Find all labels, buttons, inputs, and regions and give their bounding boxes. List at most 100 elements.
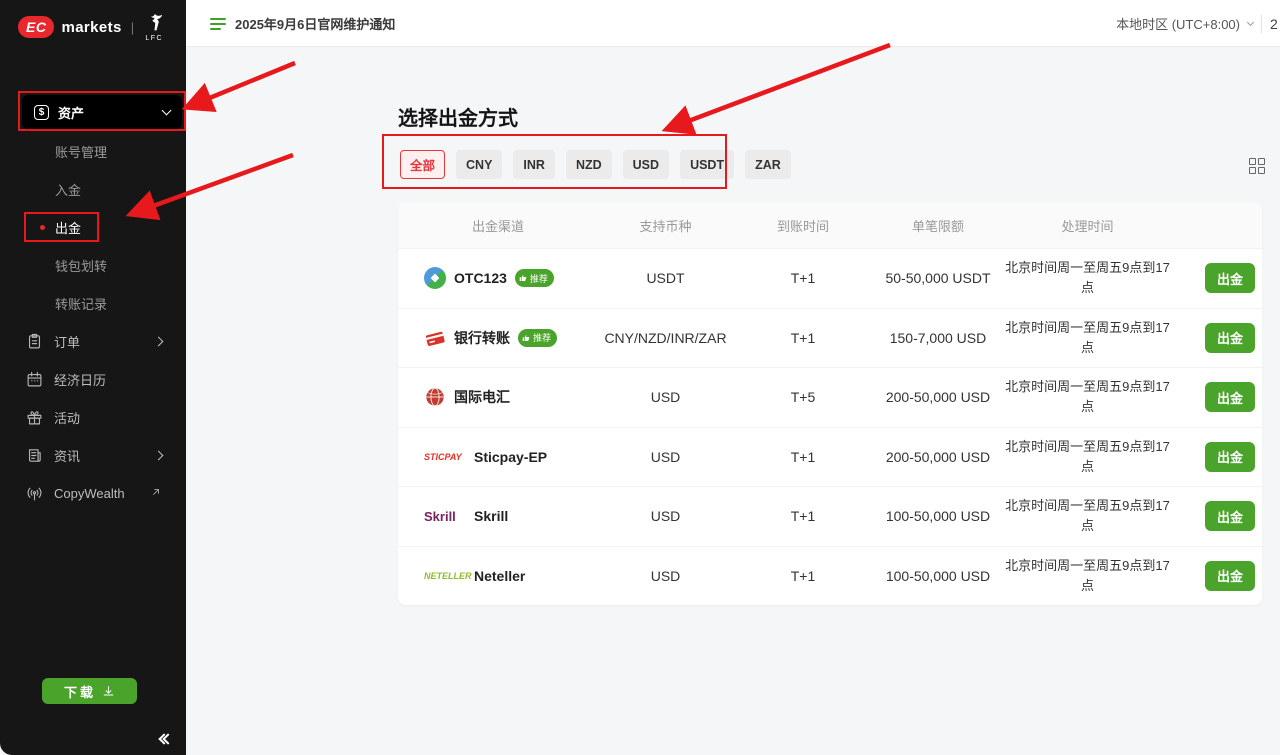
processing-time: 北京时间周一至周五9点到17点 xyxy=(1003,556,1172,596)
chevron-right-icon xyxy=(154,336,164,346)
download-label: 下载 xyxy=(64,682,96,701)
sidebar-item-orders[interactable]: 订单 xyxy=(0,322,186,360)
ec-logo: EC xyxy=(18,16,54,38)
annotation-arrow-assets xyxy=(190,63,295,106)
external-link-icon xyxy=(150,486,162,501)
arrival-time: T+1 xyxy=(733,568,873,584)
sidebar: EC markets | LFC $ 资产 账号管理 入金 出金 钱包划转 转账… xyxy=(0,0,186,755)
sidebar-item-wallet-transfer[interactable]: 钱包划转 xyxy=(0,246,186,284)
sidebar-item-promotions[interactable]: 活动 xyxy=(0,398,186,436)
sidebar-item-assets[interactable]: $ 资产 xyxy=(22,95,182,129)
bank-card-icon xyxy=(424,327,446,349)
lfc-liver-bird-logo: LFC xyxy=(143,12,165,42)
thumbs-up-icon xyxy=(522,334,530,342)
neteller-logo: NETELLER xyxy=(424,571,466,581)
table-header-row: 出金渠道 支持币种 到账时间 单笔限额 处理时间 xyxy=(398,202,1262,248)
grid-view-icon[interactable] xyxy=(1249,158,1265,174)
filter-tab-all[interactable]: 全部 xyxy=(400,150,445,179)
broadcast-icon xyxy=(26,485,43,502)
channel-name: Neteller xyxy=(474,568,525,584)
submenu-label: 入金 xyxy=(55,180,81,199)
col-header-limit: 单笔限额 xyxy=(873,216,1003,235)
calendar-icon xyxy=(26,371,43,388)
clipboard-icon xyxy=(26,333,43,350)
submenu-label: 出金 xyxy=(55,218,81,237)
sidebar-item-withdrawal[interactable]: 出金 xyxy=(0,208,186,246)
withdraw-button[interactable]: 出金 xyxy=(1205,263,1255,293)
supported-currency: USD xyxy=(598,449,733,465)
menu-label: 活动 xyxy=(54,408,80,427)
col-header-channel: 出金渠道 xyxy=(398,216,598,235)
dollar-icon: $ xyxy=(34,105,49,120)
topbar: 2025年9月6日官网维护通知 本地时区 (UTC+8:00) 2 xyxy=(186,0,1280,47)
collapse-sidebar-icon[interactable] xyxy=(160,735,172,743)
timezone-area: 本地时区 (UTC+8:00) 2 xyxy=(1116,0,1280,47)
menu-label: 资讯 xyxy=(54,446,80,465)
sidebar-item-deposit[interactable]: 入金 xyxy=(0,170,186,208)
submenu-label: 账号管理 xyxy=(55,142,107,161)
withdrawal-methods-table: 出金渠道 支持币种 到账时间 单笔限额 处理时间 OTC123 推荐 USDT … xyxy=(398,202,1262,605)
filter-tab-nzd[interactable]: NZD xyxy=(566,150,612,179)
table-row: OTC123 推荐 USDT T+1 50-50,000 USDT 北京时间周一… xyxy=(398,248,1262,308)
menu-label: 订单 xyxy=(54,332,80,351)
assets-label: 资产 xyxy=(58,103,84,122)
submenu-label: 转账记录 xyxy=(55,294,107,313)
processing-time: 北京时间周一至周五9点到17点 xyxy=(1003,496,1172,536)
sidebar-item-transfer-records[interactable]: 转账记录 xyxy=(0,284,186,322)
supported-currency: USDT xyxy=(598,270,733,286)
single-limit: 50-50,000 USDT xyxy=(873,270,1003,286)
filter-tab-usd[interactable]: USD xyxy=(623,150,669,179)
currency-filter-tabs: 全部 CNY INR NZD USD USDT ZAR xyxy=(400,150,791,179)
active-dot xyxy=(40,225,45,230)
sidebar-item-economic-calendar[interactable]: 经济日历 xyxy=(0,360,186,398)
thumbs-up-icon xyxy=(519,274,527,282)
filter-tab-usdt[interactable]: USDT xyxy=(680,150,734,179)
topbar-divider xyxy=(1261,15,1262,33)
filter-tab-cny[interactable]: CNY xyxy=(456,150,502,179)
logo-divider: | xyxy=(131,20,134,35)
channel-name: 国际电汇 xyxy=(454,387,510,407)
withdraw-button[interactable]: 出金 xyxy=(1205,442,1255,472)
news-icon xyxy=(26,447,43,464)
table-row: 国际电汇 USD T+5 200-50,000 USD 北京时间周一至周五9点到… xyxy=(398,367,1262,427)
single-limit: 100-50,000 USD xyxy=(873,568,1003,584)
assets-submenu: 账号管理 入金 出金 钱包划转 转账记录 xyxy=(0,132,186,322)
supported-currency: USD xyxy=(598,568,733,584)
clipped-right-text: 2 xyxy=(1270,16,1278,32)
single-limit: 100-50,000 USD xyxy=(873,508,1003,524)
table-row: 银行转账 推荐 CNY/NZD/INR/ZAR T+1 150-7,000 US… xyxy=(398,308,1262,368)
recommend-badge: 推荐 xyxy=(518,329,557,347)
col-header-processing: 处理时间 xyxy=(1003,216,1172,235)
table-row: NETELLER Neteller USD T+1 100-50,000 USD… xyxy=(398,546,1262,606)
markets-logo-text: markets xyxy=(61,19,121,36)
col-header-currency: 支持币种 xyxy=(598,216,733,235)
supported-currency: CNY/NZD/INR/ZAR xyxy=(598,330,733,346)
sidebar-item-account-management[interactable]: 账号管理 xyxy=(0,132,186,170)
maintenance-notice[interactable]: 2025年9月6日官网维护通知 xyxy=(210,0,395,47)
arrival-time: T+1 xyxy=(733,508,873,524)
sidebar-item-news[interactable]: 资讯 xyxy=(0,436,186,474)
filter-tab-inr[interactable]: INR xyxy=(513,150,555,179)
gift-icon xyxy=(26,409,43,426)
arrival-time: T+1 xyxy=(733,449,873,465)
chevron-down-icon[interactable] xyxy=(1247,18,1254,25)
timezone-selector[interactable]: 本地时区 (UTC+8:00) xyxy=(1116,14,1240,33)
processing-time: 北京时间周一至周五9点到17点 xyxy=(1003,258,1172,298)
channel-name: Skrill xyxy=(474,508,508,524)
withdraw-button[interactable]: 出金 xyxy=(1205,323,1255,353)
withdraw-button[interactable]: 出金 xyxy=(1205,561,1255,591)
sidebar-item-copywealth[interactable]: CopyWealth xyxy=(0,474,186,512)
single-limit: 200-50,000 USD xyxy=(873,449,1003,465)
arrival-time: T+5 xyxy=(733,389,873,405)
channel-name: 银行转账 xyxy=(454,328,510,348)
single-limit: 200-50,000 USD xyxy=(873,389,1003,405)
single-limit: 150-7,000 USD xyxy=(873,330,1003,346)
processing-time: 北京时间周一至周五9点到17点 xyxy=(1003,318,1172,358)
lfc-label: LFC xyxy=(145,35,163,42)
annotation-arrow-filters xyxy=(670,45,890,128)
filter-tab-zar[interactable]: ZAR xyxy=(745,150,791,179)
withdraw-button[interactable]: 出金 xyxy=(1205,382,1255,412)
download-button[interactable]: 下载 xyxy=(42,678,137,704)
withdraw-button[interactable]: 出金 xyxy=(1205,501,1255,531)
submenu-label: 钱包划转 xyxy=(55,256,107,275)
